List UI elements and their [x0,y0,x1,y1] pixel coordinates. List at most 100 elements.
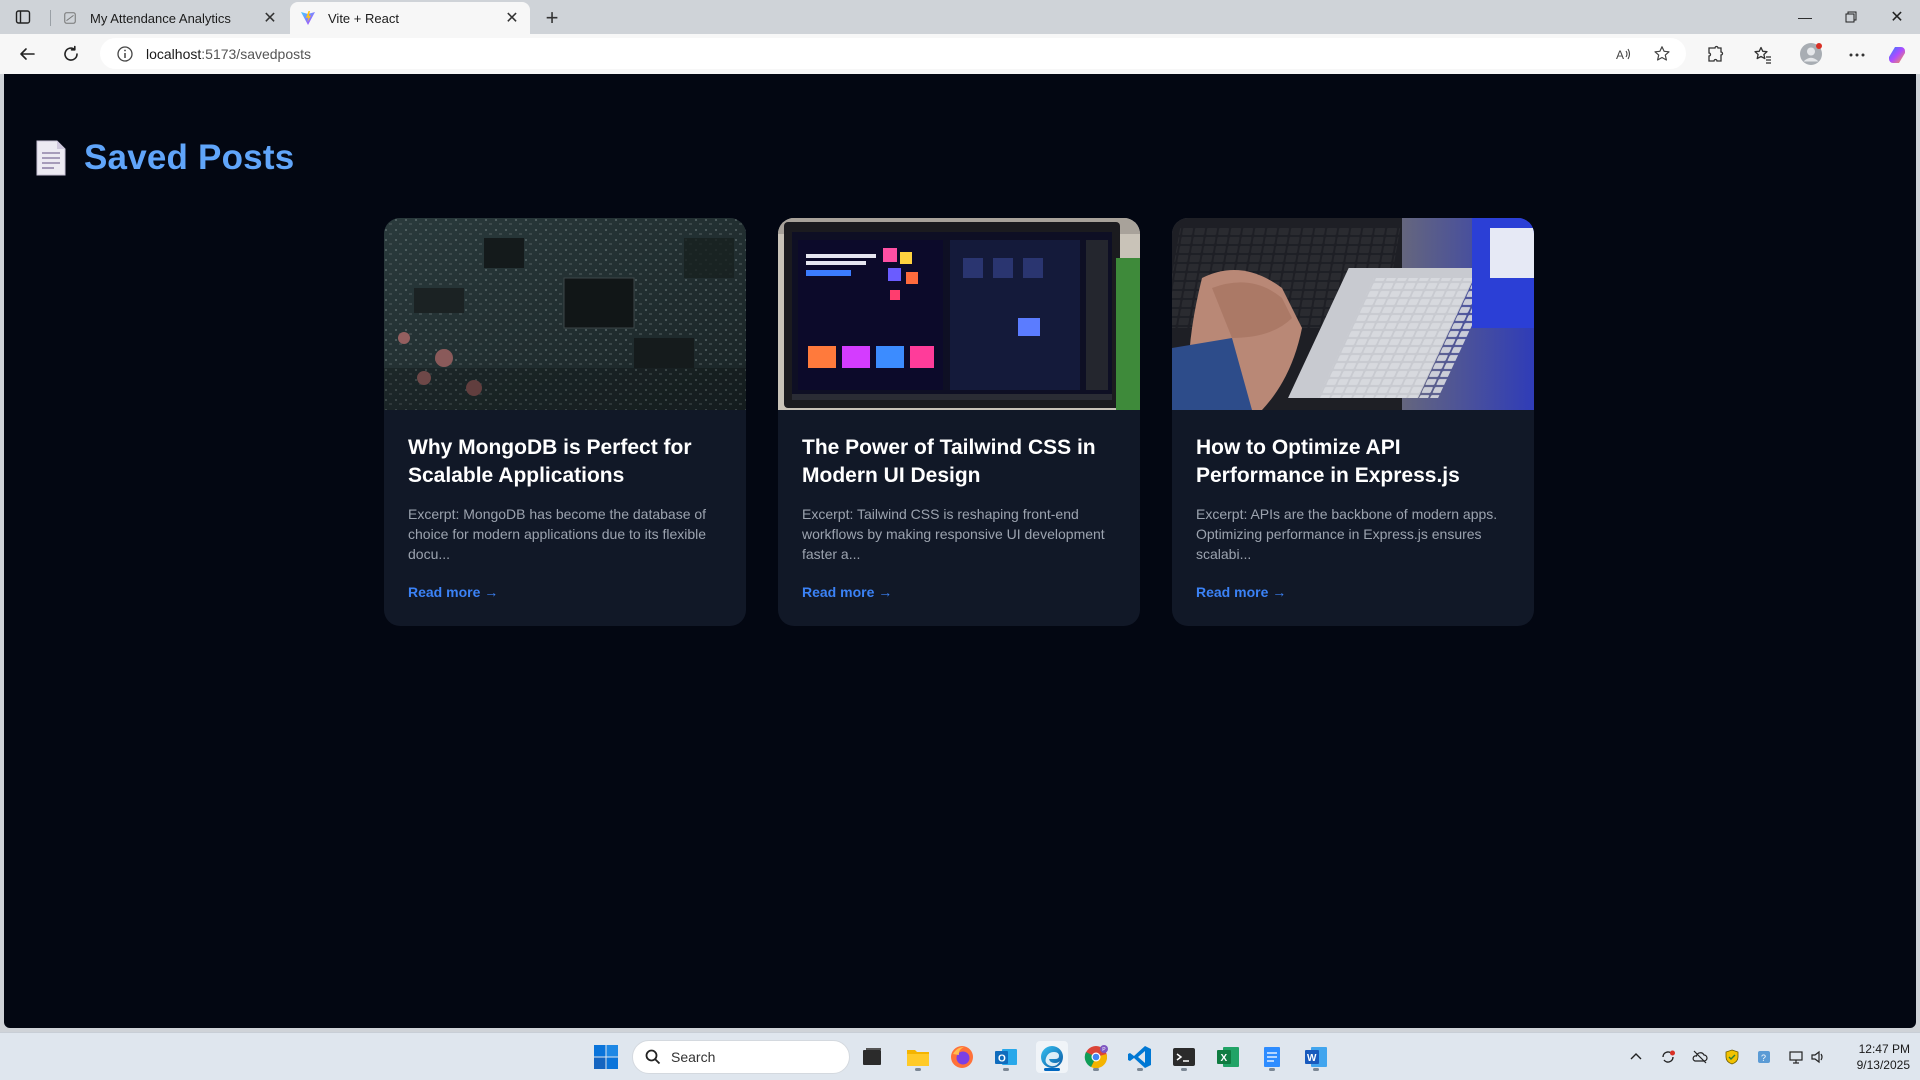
post-excerpt: Excerpt: APIs are the backbone of modern… [1196,506,1498,562]
favorites-icon[interactable] [1752,44,1774,66]
onedrive-offline-icon[interactable] [1690,1047,1710,1067]
restore-button[interactable] [1828,0,1874,34]
favorite-star-icon[interactable] [1652,44,1672,64]
card-body: Why MongoDB is Perfect for Scalable Appl… [384,410,746,602]
notepad-icon [1264,1047,1280,1067]
word-icon: W [1305,1047,1327,1067]
more-options-icon[interactable] [1846,44,1868,66]
firefox-icon [951,1046,973,1068]
file-explorer-button[interactable] [902,1041,934,1073]
post-card: Why MongoDB is Perfect for Scalable Appl… [384,218,746,626]
post-card: How to Optimize API Performance in Expre… [1172,218,1534,626]
browser-tab-bar: My Attendance Analytics ✕ Vite + React ✕… [0,0,1920,34]
taskbar-search-box[interactable]: Search [632,1040,850,1074]
post-excerpt: Excerpt: Tailwind CSS is reshaping front… [802,506,1105,562]
chrome-icon: P [1084,1045,1108,1069]
edge-icon [1041,1046,1063,1068]
posts-grid: Why MongoDB is Perfect for Scalable Appl… [384,218,1534,626]
svg-text:?: ? [1761,1053,1766,1063]
back-arrow-icon [20,48,35,60]
clock-time: 12:47 PM [1858,1042,1910,1056]
url-text[interactable]: localhost:5173/savedposts [146,46,311,62]
refresh-button[interactable] [57,40,85,68]
tab-actions-icon [15,10,31,24]
windows-logo-icon [594,1045,618,1069]
page-title: Saved Posts [84,138,295,177]
task-view-button[interactable] [856,1041,888,1073]
taskbar-clock[interactable]: 12:47 PM 9/13/2025 [1840,1041,1910,1073]
network-icon[interactable] [1786,1047,1806,1067]
design-monitor-image[interactable] [778,218,1140,410]
search-icon [645,1049,661,1065]
volume-icon[interactable] [1808,1047,1828,1067]
svg-text:O: O [998,1054,1006,1065]
edge-button[interactable] [1036,1041,1068,1073]
chrome-button[interactable]: P [1080,1041,1112,1073]
help-app-icon[interactable]: ? [1754,1047,1774,1067]
back-button[interactable] [13,40,41,68]
url-path: :5173/savedposts [201,45,312,62]
excel-button[interactable]: X [1212,1041,1244,1073]
post-card: The Power of Tailwind CSS in Modern UI D… [778,218,1140,626]
page-viewport: Saved Posts Why MongoDB is Perfect for S… [4,74,1916,1028]
tab-attendance-analytics[interactable]: My Attendance Analytics ✕ [52,2,288,34]
outlook-icon: O [995,1049,1017,1065]
security-shield-icon[interactable] [1722,1047,1742,1067]
close-window-button[interactable]: ✕ [1874,0,1920,34]
tab-title: Vite + React [328,10,399,26]
profile-avatar[interactable] [1799,42,1823,66]
document-icon [36,140,66,176]
minimize-button[interactable]: — [1782,0,1828,34]
folder-icon [907,1050,929,1066]
copilot-icon[interactable] [1886,44,1908,66]
word-button[interactable]: W [1300,1041,1332,1073]
post-title[interactable]: How to Optimize API Performance in Expre… [1196,434,1510,490]
task-view-icon [863,1048,881,1065]
terminal-icon [1173,1048,1195,1066]
firefox-button[interactable] [946,1041,978,1073]
svg-text:X: X [1221,1053,1228,1064]
read-more-link[interactable]: Read more → [1196,584,1286,600]
page-header: Saved Posts [34,138,294,178]
vscode-icon [1128,1046,1151,1068]
terminal-button[interactable] [1168,1041,1200,1073]
refresh-icon [64,45,78,61]
read-more-link[interactable]: Read more → [802,584,892,600]
browser-toolbar: localhost:5173/savedposts A [0,34,1920,74]
tab-title: My Attendance Analytics [90,10,231,26]
extensions-icon[interactable] [1704,44,1726,66]
card-body: How to Optimize API Performance in Expre… [1172,410,1534,602]
tab-separator [50,10,51,26]
read-more-link[interactable]: Read more → [408,584,498,600]
close-tab-icon[interactable]: ✕ [262,10,278,27]
search-placeholder: Search [671,1049,716,1065]
circuit-board-image[interactable] [384,218,746,410]
post-title[interactable]: Why MongoDB is Perfect for Scalable Appl… [408,434,722,490]
notepad-button[interactable] [1256,1041,1288,1073]
laptop-typing-image[interactable] [1172,218,1534,410]
excel-icon: X [1217,1047,1239,1067]
clock-date: 9/13/2025 [1856,1058,1910,1072]
site-info-icon[interactable] [116,45,134,63]
outlook-button[interactable]: O [990,1041,1022,1073]
show-hidden-icons-chevron-icon[interactable] [1626,1047,1646,1067]
card-body: The Power of Tailwind CSS in Modern UI D… [778,410,1140,602]
new-tab-button[interactable]: + [540,5,564,30]
sync-icon[interactable] [1658,1047,1678,1067]
close-tab-icon[interactable]: ✕ [504,10,520,27]
vscode-button[interactable] [1124,1041,1156,1073]
restore-icon [1845,11,1857,23]
post-excerpt: Excerpt: MongoDB has become the database… [408,506,707,562]
address-bar[interactable]: localhost:5173/savedposts A [100,38,1686,69]
page-icon [62,10,78,26]
start-button[interactable] [592,1043,620,1071]
svg-text:A: A [1616,48,1624,62]
vite-logo-icon [300,10,316,26]
svg-text:W: W [1307,1053,1317,1064]
tab-vite-react[interactable]: Vite + React ✕ [290,2,530,34]
url-host: localhost [146,45,202,62]
windows-taskbar: Search O P X W ? 12:47 PM 9/13/2025 [0,1032,1920,1080]
tab-actions-button[interactable] [12,7,34,27]
read-aloud-icon[interactable]: A [1614,44,1634,64]
post-title[interactable]: The Power of Tailwind CSS in Modern UI D… [802,434,1116,490]
